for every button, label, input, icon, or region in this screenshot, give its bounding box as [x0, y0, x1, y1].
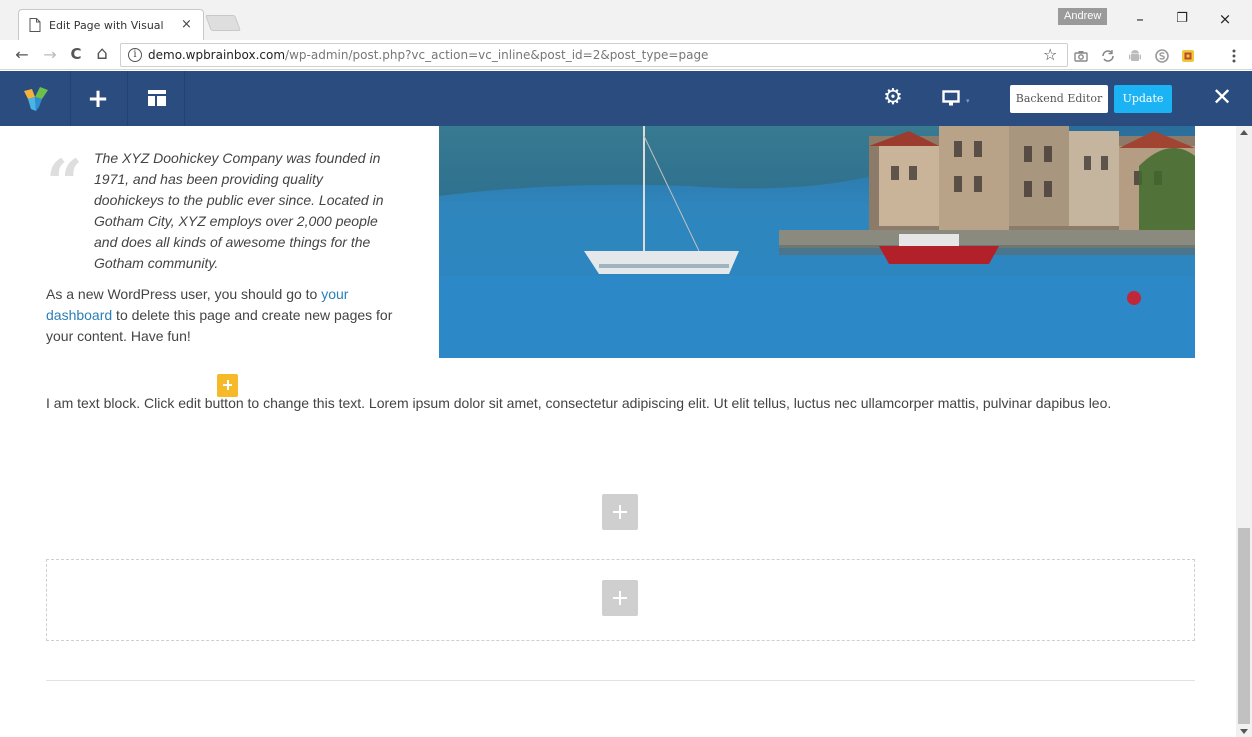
android-icon[interactable]: [1127, 48, 1143, 64]
profile-badge[interactable]: Andrew: [1058, 8, 1108, 25]
toolbar-separator: [184, 71, 185, 126]
tab-title: Edit Page with Visual Con: [49, 19, 167, 32]
harbor-photo: [439, 126, 1195, 358]
url-host: demo.wpbrainbox.com: [148, 48, 286, 62]
scroll-up-arrow-icon[interactable]: [1240, 130, 1248, 135]
add-element-button[interactable]: [602, 494, 638, 530]
intro-paragraph[interactable]: As a new WordPress user, you should go t…: [46, 284, 402, 347]
window-close-icon[interactable]: ×: [1215, 10, 1235, 28]
camera-icon[interactable]: [1073, 48, 1089, 64]
restore-icon[interactable]: ❐: [1172, 11, 1192, 26]
scrollbar-thumb[interactable]: [1238, 528, 1250, 724]
reload-icon[interactable]: C: [66, 45, 86, 63]
backend-editor-button[interactable]: Backend Editor: [1010, 85, 1108, 113]
address-toolbar: ← → C ⌂ i demo.wpbrainbox.com/wp-admin/p…: [0, 40, 1252, 70]
browser-tabstrip: Edit Page with Visual Con × Andrew – ❐ ×: [0, 0, 1252, 40]
responsive-monitor-icon[interactable]: [942, 90, 962, 108]
forward-arrow-icon[interactable]: →: [40, 45, 60, 64]
page-content: “ The XYZ Doohickey Company was founded …: [0, 126, 1236, 737]
minimize-icon[interactable]: –: [1130, 10, 1150, 28]
url-path: /wp-admin/post.php?vc_action=vc_inline&p…: [285, 48, 709, 62]
blockquote-text[interactable]: The XYZ Doohickey Company was founded in…: [94, 148, 394, 274]
chevron-down-icon[interactable]: ▾: [966, 97, 970, 105]
empty-row-dropzone[interactable]: [46, 559, 1195, 641]
back-arrow-icon[interactable]: ←: [12, 45, 32, 64]
text-block[interactable]: I am text block. Click edit button to ch…: [46, 395, 1196, 411]
toolbar-separator: [70, 71, 71, 126]
paragraph-text: As a new WordPress user, you should go t…: [46, 286, 322, 302]
hero-image[interactable]: [439, 126, 1195, 358]
bookmark-star-icon[interactable]: ☆: [1043, 45, 1057, 64]
home-icon[interactable]: ⌂: [92, 43, 112, 64]
vc-logo-icon[interactable]: [22, 85, 50, 113]
url-text: demo.wpbrainbox.com/wp-admin/post.php?vc…: [148, 48, 708, 62]
tab-close-icon[interactable]: ×: [181, 17, 192, 32]
menu-icon[interactable]: [1226, 48, 1242, 64]
settings-gear-icon[interactable]: ⚙: [880, 85, 906, 110]
edit-plus-icon[interactable]: [217, 374, 238, 397]
scroll-down-arrow-icon[interactable]: [1240, 729, 1248, 734]
add-element-icon[interactable]: +: [86, 84, 110, 114]
templates-icon-bar: [148, 90, 166, 94]
sync-icon[interactable]: [1100, 48, 1116, 64]
toolbar-separator: [127, 71, 128, 126]
divider: [46, 680, 1195, 681]
update-button[interactable]: Update: [1114, 85, 1172, 113]
templates-icon[interactable]: [148, 90, 166, 106]
templates-icon-col: [148, 96, 155, 106]
browser-tab[interactable]: Edit Page with Visual Con ×: [18, 9, 204, 40]
add-element-button[interactable]: [602, 580, 638, 616]
skype-icon[interactable]: [1154, 48, 1170, 64]
new-tab-button[interactable]: [205, 15, 241, 31]
info-icon[interactable]: i: [128, 48, 142, 62]
extension-icon[interactable]: [1180, 48, 1196, 64]
quote-mark-icon: “: [46, 146, 83, 221]
templates-icon-col: [157, 96, 166, 106]
url-bar[interactable]: i demo.wpbrainbox.com/wp-admin/post.php?…: [120, 43, 1068, 67]
close-editor-icon[interactable]: ✕: [1210, 83, 1234, 111]
vc-editor-toolbar: + ⚙ ▾ Backend Editor Update ✕: [0, 71, 1252, 126]
page-icon: [29, 18, 41, 32]
